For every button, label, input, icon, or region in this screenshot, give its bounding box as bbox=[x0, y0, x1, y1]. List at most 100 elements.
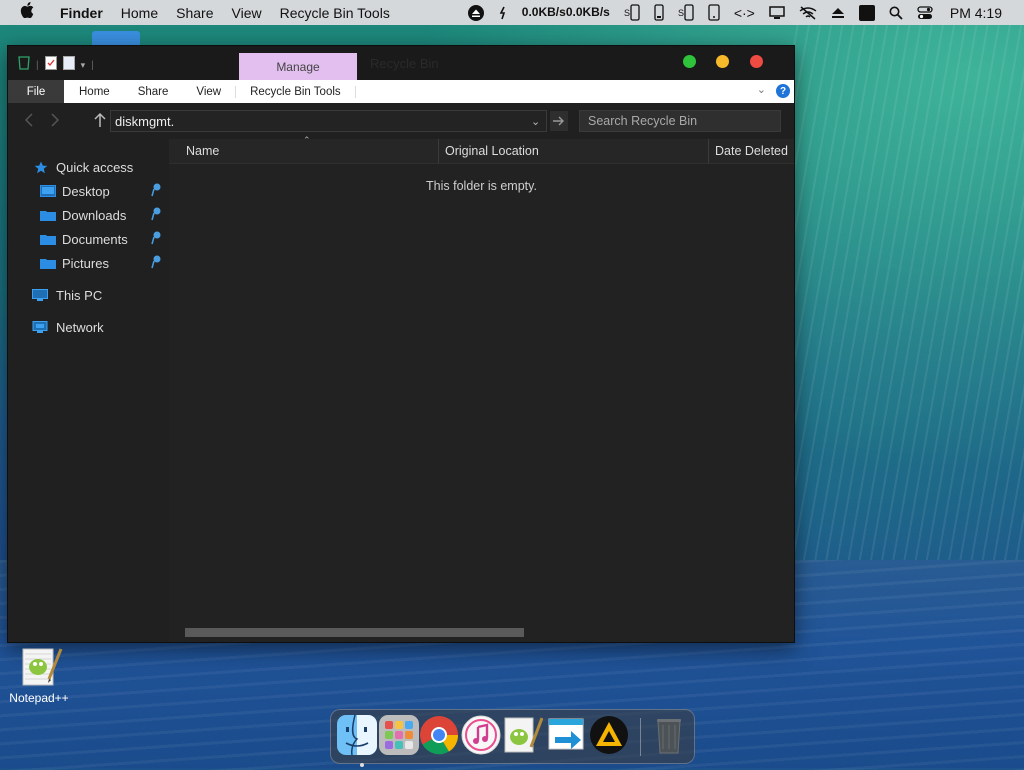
dock-trash-icon[interactable] bbox=[649, 715, 689, 755]
title-bar[interactable]: | ▾ | Manage Recycle Bin bbox=[8, 46, 794, 80]
column-name[interactable]: Name bbox=[186, 144, 219, 158]
column-date-deleted[interactable]: Date Deleted bbox=[715, 144, 788, 158]
u-badge-icon[interactable]: U bbox=[858, 4, 875, 21]
sidebar-label-documents: Documents bbox=[62, 231, 128, 247]
navigation-pane: Quick access Desktop Downloads Documents bbox=[8, 139, 168, 642]
search-box[interactable] bbox=[579, 110, 786, 132]
pin-icon[interactable] bbox=[151, 207, 161, 221]
quick-access-toolbar: | ▾ | bbox=[18, 55, 94, 75]
column-original-location[interactable]: Original Location bbox=[445, 144, 539, 158]
desktop-icon-notepadpp[interactable]: Notepad++ bbox=[6, 645, 72, 705]
close-button[interactable] bbox=[750, 55, 763, 68]
menu-bar: Finder Home Share View Recycle Bin Tools… bbox=[0, 0, 1024, 25]
maximize-button[interactable] bbox=[683, 55, 696, 68]
sidebar-item-documents[interactable]: Documents bbox=[40, 229, 128, 249]
wifi-off-icon[interactable] bbox=[799, 5, 817, 20]
control-center-icon[interactable] bbox=[917, 5, 933, 21]
sidebar-item-pictures[interactable]: Pictures bbox=[40, 253, 109, 273]
sidebar-item-quick-access[interactable]: Quick access bbox=[34, 157, 133, 177]
search-input[interactable] bbox=[580, 111, 786, 131]
empty-folder-message: This folder is empty. bbox=[426, 179, 537, 193]
forward-arrow-icon[interactable] bbox=[50, 113, 60, 132]
menu-share[interactable]: Share bbox=[176, 5, 213, 21]
code-icon[interactable]: <·> bbox=[734, 5, 755, 21]
horizontal-scrollbar[interactable] bbox=[185, 628, 524, 637]
eject-icon[interactable] bbox=[467, 4, 484, 21]
svg-text:S: S bbox=[678, 8, 684, 18]
sidebar-label-this-pc: This PC bbox=[56, 287, 103, 303]
dock-notepadpp-icon[interactable] bbox=[503, 715, 544, 755]
dock-vlc-icon[interactable] bbox=[589, 715, 629, 755]
address-bar[interactable]: ⌄ bbox=[110, 110, 547, 132]
star-icon bbox=[34, 161, 48, 174]
network-speed: 0.0KB/s 0.0KB/s bbox=[521, 5, 610, 19]
address-dropdown-icon[interactable]: ⌄ bbox=[531, 115, 540, 128]
menu-view[interactable]: View bbox=[232, 5, 262, 21]
column-header-row: ⌃ Name Original Location Date Deleted bbox=[169, 135, 794, 164]
wallpaper-texture bbox=[790, 0, 1024, 560]
separator-icon: | bbox=[36, 59, 39, 71]
column-divider[interactable] bbox=[708, 139, 709, 163]
sidebar-label-quick-access: Quick access bbox=[56, 159, 134, 175]
sidebar-label-downloads: Downloads bbox=[62, 207, 127, 223]
dock-finder-icon[interactable] bbox=[337, 714, 377, 767]
address-row: ⌄ bbox=[8, 103, 794, 139]
expand-ribbon-icon[interactable]: ⌄ bbox=[757, 83, 766, 96]
tab-file[interactable]: File bbox=[8, 80, 64, 103]
sidebar-item-desktop[interactable]: Desktop bbox=[40, 181, 110, 201]
dock-itunes-icon[interactable] bbox=[461, 715, 501, 755]
tab-home[interactable]: Home bbox=[64, 86, 124, 98]
dock-divider bbox=[640, 718, 641, 756]
dock-migration-icon[interactable] bbox=[547, 715, 587, 755]
sync-icon[interactable] bbox=[498, 6, 508, 20]
minimize-button[interactable] bbox=[716, 55, 729, 68]
tab-recycle-bin-tools[interactable]: Recycle Bin Tools bbox=[235, 85, 356, 98]
menu-home[interactable]: Home bbox=[121, 5, 158, 21]
pin-icon[interactable] bbox=[151, 231, 161, 245]
customize-qat-icon[interactable]: ▾ bbox=[81, 60, 86, 71]
phone-sync-icon[interactable]: S bbox=[624, 3, 640, 22]
pictures-folder-icon bbox=[40, 257, 56, 269]
eject-small-icon[interactable] bbox=[831, 7, 845, 19]
separator2-icon: | bbox=[91, 59, 94, 71]
sidebar-item-downloads[interactable]: Downloads bbox=[40, 205, 126, 225]
tab-view[interactable]: View bbox=[182, 86, 235, 98]
dock-launchpad-icon[interactable] bbox=[379, 715, 419, 755]
help-icon[interactable]: ? bbox=[776, 84, 790, 98]
svg-text:S: S bbox=[624, 8, 630, 18]
pin-icon[interactable] bbox=[151, 183, 161, 197]
properties-icon[interactable] bbox=[44, 55, 57, 75]
search-icon[interactable] bbox=[889, 6, 903, 20]
apple-icon[interactable] bbox=[20, 2, 38, 23]
menu-recycle-bin-tools[interactable]: Recycle Bin Tools bbox=[280, 5, 390, 21]
menu-finder[interactable]: Finder bbox=[60, 5, 103, 21]
phone-sync2-icon[interactable]: S bbox=[678, 3, 694, 22]
tablet-icon[interactable] bbox=[708, 3, 720, 22]
dock bbox=[330, 709, 695, 767]
new-folder-icon[interactable] bbox=[62, 55, 75, 75]
pin-icon[interactable] bbox=[151, 255, 161, 269]
dock-running-indicator bbox=[360, 763, 364, 767]
net-up-speed: 0.0KB/s bbox=[521, 5, 566, 19]
sort-arrow-icon: ⌃ bbox=[303, 135, 311, 145]
file-list[interactable]: ⌃ Name Original Location Date Deleted Th… bbox=[169, 135, 794, 642]
up-arrow-icon[interactable] bbox=[94, 112, 106, 133]
desktop-icon-label: Notepad++ bbox=[9, 691, 69, 705]
tab-share[interactable]: Share bbox=[124, 86, 183, 98]
tab-manage[interactable]: Manage bbox=[239, 53, 357, 80]
sidebar-label-pictures: Pictures bbox=[62, 255, 109, 271]
sidebar-label-desktop: Desktop bbox=[62, 183, 110, 199]
go-arrow-icon[interactable] bbox=[550, 111, 568, 131]
recycle-bin-icon bbox=[18, 55, 30, 75]
back-arrow-icon[interactable] bbox=[24, 113, 34, 132]
dock-chrome-icon[interactable] bbox=[419, 715, 459, 755]
phone-icon[interactable] bbox=[654, 3, 664, 22]
display-icon[interactable] bbox=[769, 5, 785, 20]
notepadpp-icon bbox=[19, 645, 63, 686]
sidebar-item-network[interactable]: Network bbox=[32, 317, 104, 337]
sidebar-item-this-pc[interactable]: This PC bbox=[32, 285, 102, 305]
menubar-clock[interactable]: PM 4:19 bbox=[950, 5, 1002, 21]
recycle-bin-window: | ▾ | Manage Recycle Bin File Home Share… bbox=[7, 45, 795, 643]
column-divider[interactable] bbox=[438, 139, 439, 163]
address-input[interactable] bbox=[111, 112, 527, 130]
